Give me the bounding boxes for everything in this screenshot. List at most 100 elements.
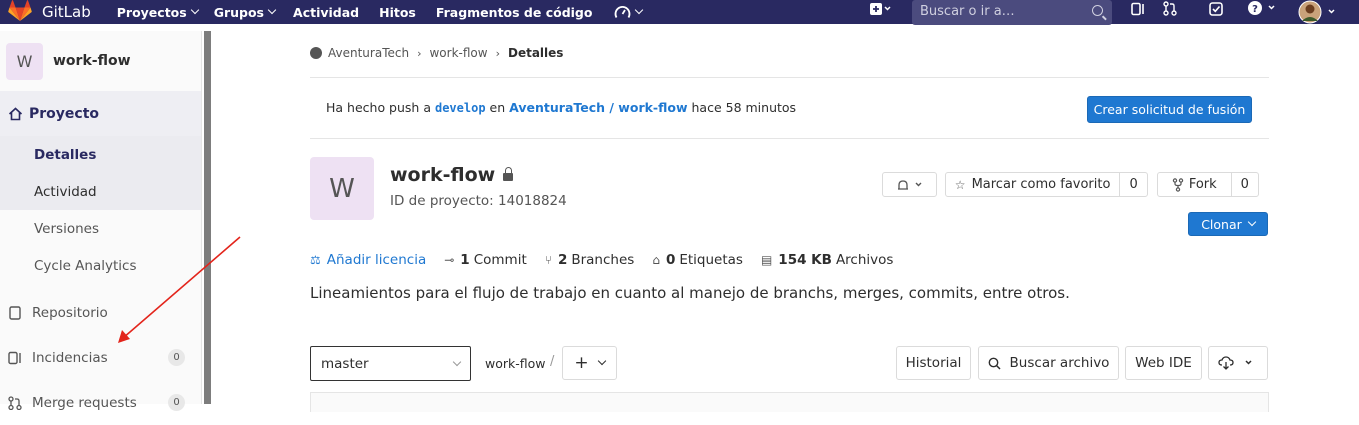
star-icon: ☆ <box>954 177 966 192</box>
sidebar-subnav: Detalles Actividad <box>0 136 201 210</box>
group-avatar-icon <box>310 47 322 59</box>
nav-snippets[interactable]: Fragmentos de código <box>436 5 593 20</box>
project-sidebar: W work-flow Proyecto Detalles Actividad … <box>0 31 202 411</box>
gitlab-home-link[interactable]: GitLab <box>8 0 91 24</box>
add-license-link[interactable]: ⚖ Añadir licencia <box>310 252 426 268</box>
branch-dropdown[interactable]: master <box>310 346 471 381</box>
help-dropdown[interactable]: ? <box>1244 0 1282 24</box>
branches-label: Branches <box>571 252 635 268</box>
breadcrumb-separator-icon: › <box>417 46 422 60</box>
project-description: Lineamientos para el flujo de trabajo en… <box>310 284 1070 302</box>
nav-projects-label: Proyectos <box>116 4 187 20</box>
files-size: 154 KB <box>778 252 832 268</box>
breadcrumb-group-link[interactable]: AventuraTech <box>328 46 409 60</box>
user-avatar <box>1298 0 1335 24</box>
nav-groups-label: Grupos <box>213 4 265 20</box>
todo-icon <box>1209 2 1223 16</box>
sidebar-item-activity[interactable]: Actividad <box>0 173 201 210</box>
breadcrumb-current[interactable]: Detalles <box>508 46 563 60</box>
sidebar-item-merge-requests[interactable]: Merge requests 0 <box>0 380 201 425</box>
sidebar-project-name: work-flow <box>53 53 131 69</box>
commits-link[interactable]: ⊸ 1 Commit <box>444 252 527 268</box>
star-count: 0 <box>1119 173 1147 196</box>
commit-icon: ⊸ <box>444 253 455 267</box>
merge-requests-count-badge: 0 <box>168 394 185 411</box>
fork-icon <box>1172 177 1184 192</box>
push-branch-link[interactable]: develop <box>435 101 486 115</box>
todos-link[interactable] <box>1206 0 1226 24</box>
file-list-table <box>310 392 1269 412</box>
bell-icon <box>897 179 921 190</box>
sidebar-item-issues[interactable]: Incidencias 0 <box>0 335 201 380</box>
sidebar-item-label: Incidencias <box>32 349 108 366</box>
license-label: Añadir licencia <box>326 252 427 268</box>
history-button[interactable]: Historial <box>896 346 971 380</box>
star-label-text: Marcar como favorito <box>971 177 1111 192</box>
push-project-link[interactable]: AventuraTech / work-flow <box>509 100 687 115</box>
sidebar-item-repository[interactable]: Repositorio <box>0 290 201 335</box>
issues-icon <box>8 351 21 364</box>
clone-label: Clonar <box>1201 216 1242 232</box>
push-text-before: Ha hecho push a <box>326 100 431 115</box>
user-menu[interactable] <box>1298 0 1344 24</box>
add-file-dropdown[interactable]: + <box>562 346 617 380</box>
star-button[interactable]: ☆ Marcar como favorito 0 <box>945 172 1148 197</box>
branches-count: 2 <box>557 252 568 268</box>
find-file-button[interactable]: Buscar archivo <box>978 346 1119 380</box>
sidebar-item-label: Repositorio <box>32 304 108 321</box>
project-name: work-flow <box>390 164 496 186</box>
fork-count: 0 <box>1230 173 1258 196</box>
chevron-down-icon <box>267 5 277 15</box>
sidebar-item-releases[interactable]: Versiones <box>0 210 201 247</box>
sidebar-item-cycle-analytics[interactable]: Cycle Analytics <box>0 247 201 284</box>
tags-link[interactable]: ⌂ 0 Etiquetas <box>652 252 743 268</box>
nav-gauge-dropdown[interactable] <box>614 5 644 20</box>
chevron-down-icon <box>1247 217 1257 227</box>
chevron-down-icon <box>190 5 199 15</box>
issues-count-badge: 0 <box>168 349 185 366</box>
commits-label: Commit <box>473 252 527 268</box>
tags-label: Etiquetas <box>679 252 743 268</box>
scale-icon: ⚖ <box>310 253 321 267</box>
project-id: ID de proyecto: 14018824 <box>390 193 567 209</box>
create-merge-request-button[interactable]: Crear solicitud de fusión <box>1087 96 1252 123</box>
search-input[interactable]: Buscar o ir a… <box>912 0 1112 25</box>
merge-request-icon <box>8 395 22 410</box>
branches-link[interactable]: ⑂ 2 Branches <box>545 252 635 268</box>
nav-activity[interactable]: Actividad <box>293 5 359 20</box>
sidebar-project-header[interactable]: W work-flow <box>0 31 201 91</box>
nav-groups[interactable]: Grupos <box>213 4 277 20</box>
help-icon: ? <box>1248 1 1275 15</box>
web-ide-button[interactable]: Web IDE <box>1125 346 1202 380</box>
breadcrumb: AventuraTech › work-flow › Detalles <box>310 46 563 60</box>
lock-icon <box>503 167 514 181</box>
merge-requests-link[interactable] <box>1160 0 1180 24</box>
fork-button[interactable]: Fork 0 <box>1157 172 1259 197</box>
issues-link[interactable] <box>1128 0 1148 24</box>
push-text-mid: en <box>489 100 506 115</box>
nav-projects[interactable]: Proyectos <box>116 4 199 20</box>
sidebar-item-label: Merge requests <box>32 394 137 411</box>
sidebar-scrollbar[interactable] <box>204 31 211 404</box>
notification-dropdown[interactable] <box>882 172 937 197</box>
download-dropdown[interactable] <box>1208 346 1268 380</box>
breadcrumb-project-link[interactable]: work-flow <box>429 46 487 60</box>
top-navbar: GitLab Proyectos Grupos Actividad Hitos … <box>0 0 1359 24</box>
nav-milestones[interactable]: Hitos <box>379 5 416 20</box>
brand-name: GitLab <box>42 3 91 21</box>
push-banner-text: Ha hecho push a develop en AventuraTech … <box>326 100 796 115</box>
project-stats: ⚖ Añadir licencia ⊸ 1 Commit ⑂ 2 Branche… <box>310 252 911 268</box>
new-item-dropdown[interactable] <box>863 0 897 24</box>
chevron-down-icon <box>635 5 644 15</box>
merge-request-icon <box>1163 1 1177 16</box>
project-avatar: W <box>310 157 374 220</box>
files-size-link[interactable]: ▤ 154 KB Archivos <box>761 252 894 268</box>
sidebar-item-details[interactable]: Detalles <box>0 136 201 173</box>
commits-count: 1 <box>460 252 470 268</box>
repo-path-link[interactable]: work-flow <box>485 356 546 371</box>
files-label: Archivos <box>835 252 894 268</box>
search-icon <box>1092 5 1103 16</box>
home-icon <box>8 106 23 120</box>
clone-dropdown-button[interactable]: Clonar <box>1188 212 1268 236</box>
sidebar-item-project[interactable]: Proyecto <box>0 91 201 136</box>
